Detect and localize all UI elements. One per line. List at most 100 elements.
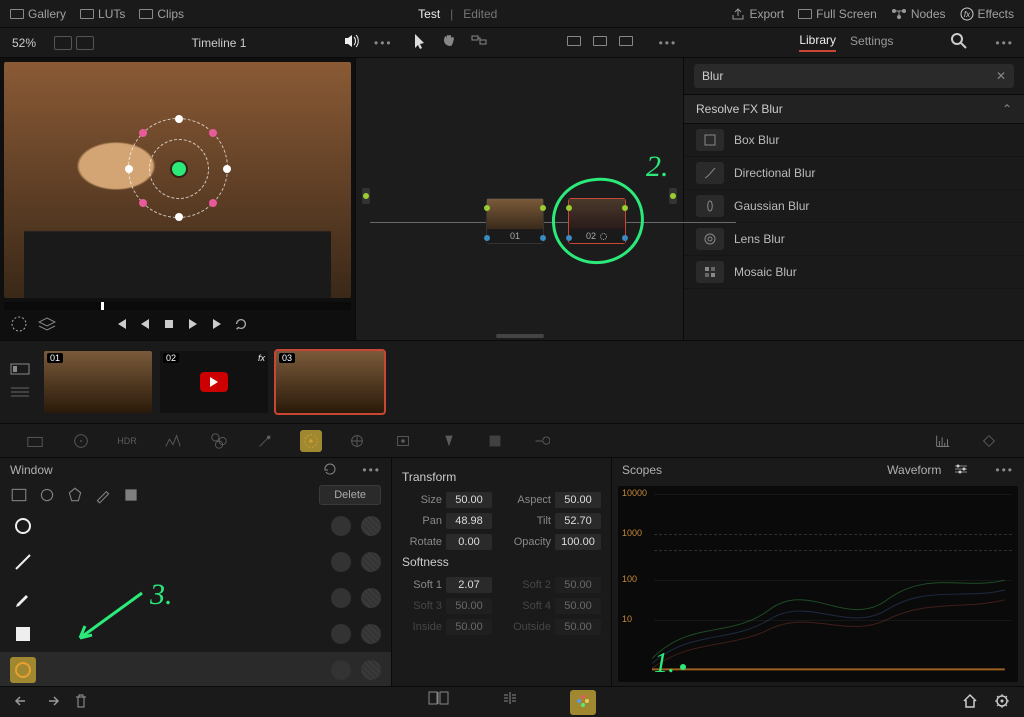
zoom-level[interactable]: 52% (0, 36, 48, 50)
viewer-menu[interactable]: ••• (374, 36, 393, 50)
color-wheels-icon[interactable] (70, 430, 92, 452)
split-icon[interactable] (500, 690, 520, 715)
clear-search-icon[interactable]: ✕ (996, 69, 1006, 83)
timeline-name[interactable]: Timeline 1 (104, 36, 334, 50)
delete-shape-button[interactable]: Delete (319, 485, 381, 505)
camera-raw-icon[interactable] (24, 430, 46, 452)
nodes-button[interactable]: Nodes (891, 7, 946, 21)
project-settings-button[interactable] (994, 693, 1010, 712)
color-page-icon[interactable] (570, 690, 596, 715)
add-rect-icon[interactable] (10, 486, 28, 504)
library-menu[interactable]: ••• (995, 36, 1014, 50)
library-tab[interactable]: Library (799, 33, 836, 52)
node-graph[interactable]: 01 02 2. (355, 58, 684, 340)
shape-gradient-row[interactable] (0, 616, 391, 652)
export-button[interactable]: Export (731, 7, 784, 21)
gallery-tab[interactable]: Gallery (10, 7, 66, 21)
pan-field[interactable]: 48.98 (446, 513, 492, 529)
effect-mosaic-blur[interactable]: Mosaic Blur (684, 256, 1024, 289)
thumbnail-view-icon[interactable] (10, 363, 30, 378)
node-01[interactable]: 01 (486, 198, 544, 244)
hdr-icon[interactable]: HDR (116, 430, 138, 452)
key-icon[interactable] (530, 430, 552, 452)
prev-button[interactable] (138, 317, 152, 334)
undo-button[interactable] (14, 694, 30, 711)
clip-01[interactable]: 01 (44, 351, 152, 413)
viewer-canvas[interactable] (4, 62, 351, 298)
trash-button[interactable] (74, 693, 88, 712)
scopes-panel: Scopes Waveform ••• 10000 1000 100 10 (612, 458, 1024, 686)
luts-icon (80, 9, 94, 19)
shape-pen-row[interactable] (0, 580, 391, 616)
stop-button[interactable] (162, 317, 176, 334)
shape-active-circle-row[interactable] (0, 652, 391, 686)
library-section-header[interactable]: Resolve FX Blur ⌃ (684, 94, 1024, 124)
hand-tool-icon[interactable] (441, 33, 457, 52)
qualifier-icon[interactable] (10, 315, 28, 336)
add-polygon-icon[interactable] (66, 486, 84, 504)
clip-02[interactable]: 02fx (160, 351, 268, 413)
scope-menu[interactable]: ••• (995, 463, 1014, 477)
size-field[interactable]: 50.00 (446, 492, 492, 508)
rgb-mixer-icon[interactable] (162, 430, 184, 452)
search-icon[interactable] (951, 33, 967, 52)
next-button[interactable] (210, 317, 224, 334)
scopes-toggle-icon[interactable] (932, 430, 954, 452)
qualifier-icon[interactable] (300, 430, 322, 452)
add-pen-icon[interactable] (94, 486, 112, 504)
redo-button[interactable] (44, 694, 60, 711)
effect-lens-blur[interactable]: Lens Blur (684, 223, 1024, 256)
effect-box-blur[interactable]: Box Blur (684, 124, 1024, 157)
shape-circle-row[interactable] (0, 508, 391, 544)
pane-resize-handle[interactable] (496, 334, 544, 338)
panel-icon[interactable] (619, 36, 633, 46)
window-icon[interactable] (346, 430, 368, 452)
panel-icon[interactable] (593, 36, 607, 46)
annotation-label-2: 2. (646, 150, 669, 184)
info-icon[interactable] (978, 430, 1000, 452)
settings-tab[interactable]: Settings (850, 34, 893, 51)
scope-settings-icon[interactable] (953, 463, 969, 478)
rotate-field[interactable]: 0.00 (446, 534, 492, 550)
curves-icon[interactable] (208, 430, 230, 452)
window-menu[interactable]: ••• (362, 463, 381, 477)
tilt-field[interactable]: 52.70 (555, 513, 601, 529)
effects-button[interactable]: fxEffects (960, 7, 1014, 21)
volume-icon[interactable] (344, 34, 360, 51)
stills-icon[interactable] (428, 690, 450, 715)
blur-icon[interactable] (484, 430, 506, 452)
reset-icon[interactable] (322, 462, 338, 479)
clip-03[interactable]: 03 (276, 351, 384, 413)
scope-mode-dropdown[interactable]: Waveform (887, 463, 941, 477)
luts-tab[interactable]: LUTs (80, 7, 125, 21)
annotation-arrow (72, 588, 152, 648)
node-menu[interactable]: ••• (659, 36, 678, 50)
shape-line-row[interactable] (0, 544, 391, 580)
play-button[interactable] (186, 317, 200, 334)
effect-directional-blur[interactable]: Directional Blur (684, 157, 1024, 190)
list-view-icon[interactable] (10, 386, 30, 401)
scrub-bar[interactable] (4, 302, 351, 310)
tracking-icon[interactable] (392, 430, 414, 452)
add-gradient-icon[interactable] (122, 486, 140, 504)
panel-icon[interactable] (567, 36, 581, 46)
viewmode-icon[interactable] (76, 36, 94, 50)
pointer-tool-icon[interactable] (413, 33, 427, 52)
soft1-field[interactable]: 2.07 (446, 577, 492, 593)
first-frame-button[interactable] (114, 317, 128, 334)
aspect-field[interactable]: 50.00 (555, 492, 601, 508)
loop-button[interactable] (234, 317, 248, 334)
magic-mask-icon[interactable] (438, 430, 460, 452)
effect-gaussian-blur[interactable]: Gaussian Blur (684, 190, 1024, 223)
opacity-field[interactable]: 100.00 (555, 534, 601, 550)
clips-tab[interactable]: Clips (139, 7, 184, 21)
home-button[interactable] (962, 693, 978, 712)
viewmode-icon[interactable] (54, 36, 72, 50)
library-search-input[interactable] (694, 64, 1014, 88)
layers-icon[interactable] (38, 317, 56, 334)
add-circle-icon[interactable] (38, 486, 56, 504)
tracking-overlay[interactable] (128, 118, 228, 218)
color-warper-icon[interactable] (254, 430, 276, 452)
fullscreen-button[interactable]: Full Screen (798, 7, 877, 21)
node-tool-icon[interactable] (471, 33, 487, 52)
